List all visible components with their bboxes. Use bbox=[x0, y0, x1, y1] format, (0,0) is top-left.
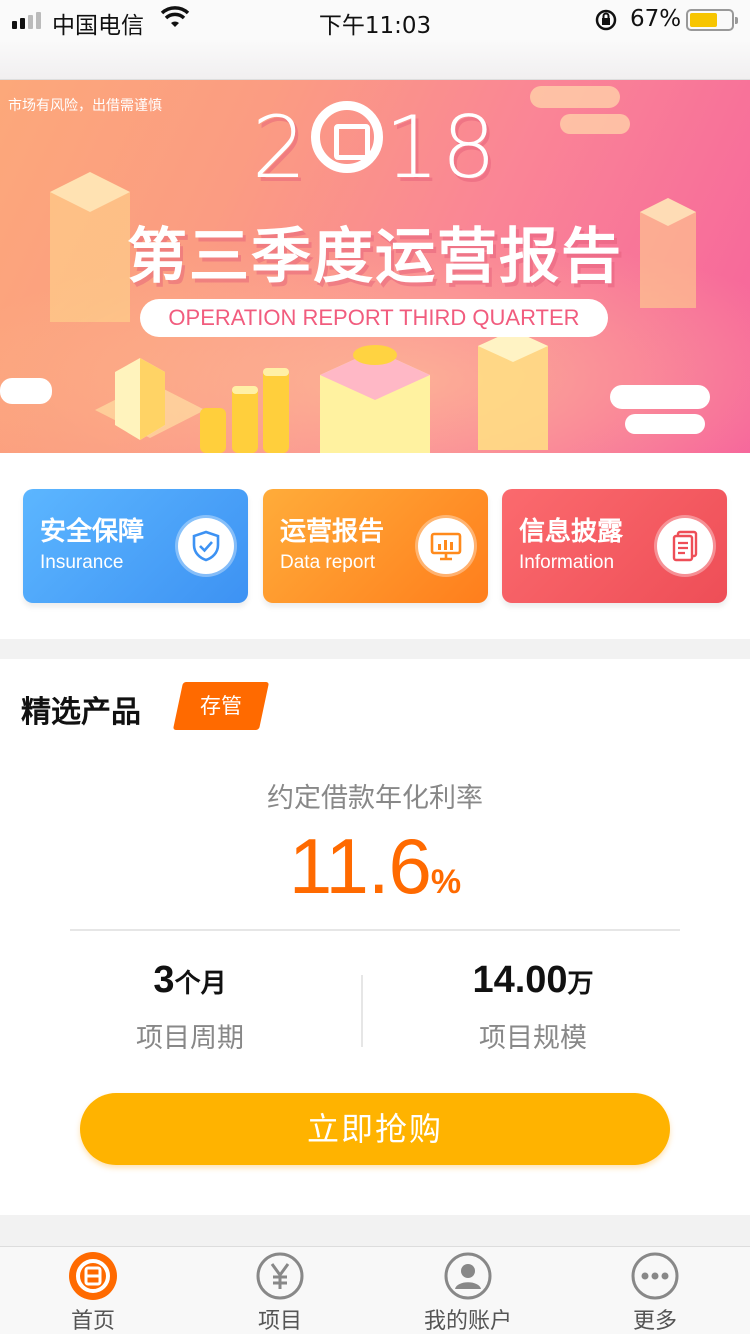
card-subtitle: Data report bbox=[280, 552, 376, 573]
decoration-bar bbox=[610, 385, 710, 409]
scale-value: 14.00 bbox=[472, 959, 568, 1001]
term-value: 3 bbox=[153, 959, 175, 1001]
tab-label: 项目 bbox=[257, 1309, 302, 1334]
card-subtitle: Insurance bbox=[40, 552, 124, 573]
card-subtitle: Information bbox=[519, 552, 615, 573]
tab-account[interactable]: 我的账户 bbox=[398, 1251, 538, 1334]
scale-label: 项目规模 bbox=[479, 1023, 587, 1054]
tab-project[interactable]: 项目 bbox=[210, 1251, 350, 1334]
chart-screen-icon bbox=[418, 518, 474, 574]
tab-home[interactable]: 首页 bbox=[23, 1251, 163, 1334]
tab-more[interactable]: 更多 bbox=[585, 1251, 725, 1334]
buy-now-button[interactable]: 立即抢购 bbox=[80, 1093, 670, 1165]
scale-stat: 14.00万 项目规模 bbox=[383, 959, 683, 1055]
banner-headline: 第三季度运营报告 bbox=[127, 222, 623, 292]
coin-stack-decoration-icon bbox=[200, 368, 289, 453]
quick-links: 安全保障 Insurance 运营报告 Data report 信息披露 Inf… bbox=[0, 453, 750, 639]
rotation-lock-icon bbox=[594, 8, 618, 38]
bottom-tab-bar: 首页 项目 我的账户 更多 bbox=[0, 1246, 750, 1334]
user-icon bbox=[443, 1251, 493, 1301]
yen-icon bbox=[255, 1251, 305, 1301]
scale-unit: 万 bbox=[567, 969, 594, 999]
battery-percent: 67% bbox=[630, 6, 682, 32]
decoration-bar bbox=[0, 378, 52, 404]
data-report-card[interactable]: 运营报告 Data report bbox=[263, 489, 488, 603]
battery-icon bbox=[686, 9, 738, 31]
banner-subhead: OPERATION REPORT THIRD QUARTER bbox=[140, 299, 608, 337]
term-unit: 个月 bbox=[174, 969, 227, 999]
tab-label: 我的账户 bbox=[423, 1309, 512, 1334]
building-decoration-icon bbox=[95, 358, 205, 440]
building-decoration-icon bbox=[320, 345, 430, 453]
card-title: 运营报告 bbox=[280, 517, 385, 547]
tab-label: 更多 bbox=[632, 1309, 677, 1334]
insurance-card[interactable]: 安全保障 Insurance bbox=[23, 489, 248, 603]
more-icon bbox=[630, 1251, 680, 1301]
tab-label: 首页 bbox=[70, 1309, 115, 1334]
building-decoration-icon bbox=[478, 330, 548, 450]
card-title: 信息披露 bbox=[519, 517, 624, 547]
status-bar: 中国电信 下午11:03 67% bbox=[0, 0, 750, 40]
section-title: 精选产品 bbox=[21, 695, 141, 730]
rate-label: 约定借款年化利率 bbox=[267, 783, 483, 814]
term-label: 项目周期 bbox=[136, 1023, 244, 1054]
banner-year: 2 18 bbox=[251, 98, 499, 198]
decoration-bar bbox=[625, 414, 705, 434]
promo-banner[interactable]: 市场有风险，出借需谨慎 2 18 第三季度运营报告 OPERATION REPOR… bbox=[0, 80, 750, 453]
home-logo-icon bbox=[68, 1251, 118, 1301]
brand-zero-icon bbox=[310, 101, 383, 173]
divider bbox=[361, 975, 363, 1047]
top-nav-strip bbox=[0, 40, 750, 80]
information-card[interactable]: 信息披露 Information bbox=[502, 489, 727, 603]
card-title: 安全保障 bbox=[40, 517, 145, 547]
document-icon bbox=[657, 518, 713, 574]
featured-product: 精选产品 存管 约定借款年化利率 11.6% 3个月 项目周期 14.00万 项… bbox=[0, 659, 750, 1215]
term-stat: 3个月 项目周期 bbox=[40, 959, 340, 1055]
divider bbox=[70, 929, 680, 931]
custody-badge: 存管 bbox=[172, 682, 270, 730]
annual-rate: 11.6% bbox=[288, 822, 462, 910]
shield-icon bbox=[178, 518, 234, 574]
